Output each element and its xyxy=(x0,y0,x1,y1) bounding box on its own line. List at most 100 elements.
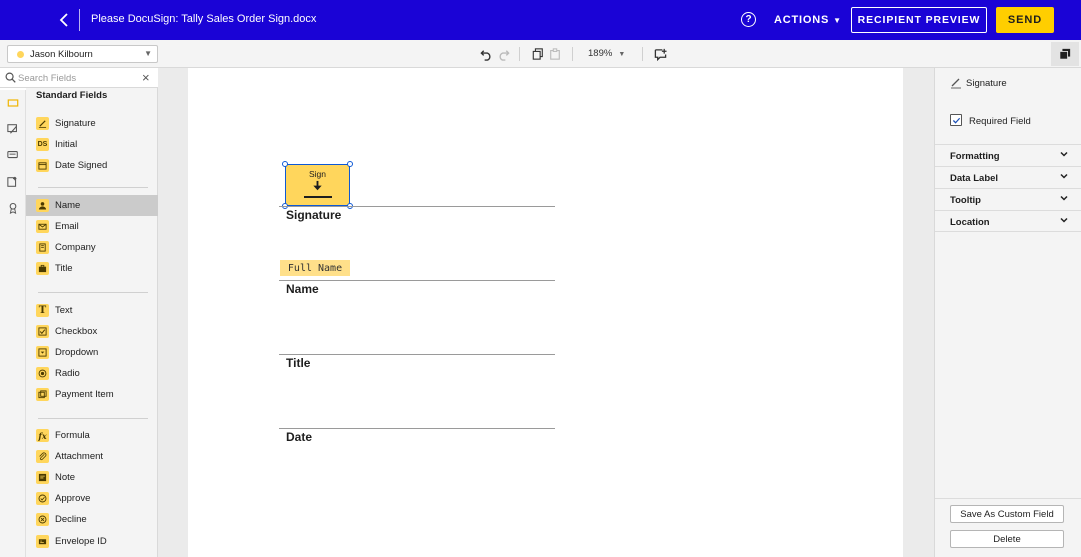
back-button[interactable] xyxy=(52,8,78,32)
field-radio[interactable]: Radio xyxy=(26,363,158,384)
paperclip-icon xyxy=(36,450,49,463)
name-label: Name xyxy=(286,282,319,296)
envelope-id-icon xyxy=(36,535,49,548)
field-title[interactable]: Title xyxy=(26,258,158,279)
copy-icon[interactable] xyxy=(530,46,546,62)
field-envelope-id[interactable]: Envelope ID xyxy=(26,531,158,552)
field-formula[interactable]: fx Formula xyxy=(26,425,158,446)
help-icon[interactable]: ? xyxy=(741,12,756,27)
redo-icon[interactable] xyxy=(495,46,511,62)
section-location[interactable]: Location xyxy=(935,210,1081,232)
field-name[interactable]: Name xyxy=(26,195,158,216)
title-line xyxy=(279,354,555,355)
properties-panel: Signature Required Field Formatting Data… xyxy=(934,68,1081,557)
field-email[interactable]: Email xyxy=(26,216,158,237)
field-checkbox[interactable]: Checkbox xyxy=(26,321,158,342)
document-page[interactable]: Sign Signature Full Name Name Title Date xyxy=(188,68,903,557)
undo-icon[interactable] xyxy=(478,46,494,62)
caret-down-icon: ▼ xyxy=(144,49,152,58)
section-data-label[interactable]: Data Label xyxy=(935,166,1081,188)
delete-button[interactable]: Delete xyxy=(950,530,1064,548)
calendar-icon xyxy=(36,159,49,172)
panel-toggle-button[interactable] xyxy=(1051,42,1079,66)
payment-icon xyxy=(36,388,49,401)
approve-icon xyxy=(36,492,49,505)
decline-icon xyxy=(36,513,49,526)
zoom-value: 189% xyxy=(588,48,613,59)
search-input[interactable] xyxy=(18,70,138,86)
chevron-down-icon xyxy=(1060,151,1068,157)
actions-menu[interactable]: ACTIONS ▼ xyxy=(774,14,842,26)
resize-handle-top-right[interactable] xyxy=(347,161,353,167)
initial-icon: DS xyxy=(36,138,49,151)
standard-fields-icon[interactable] xyxy=(6,96,20,110)
group-title: Standard Fields xyxy=(36,90,108,101)
field-note[interactable]: Note xyxy=(26,467,158,488)
signature-category-icon[interactable] xyxy=(6,122,20,136)
signature-icon xyxy=(36,117,49,130)
chevron-down-icon xyxy=(1060,195,1068,201)
building-icon xyxy=(36,241,49,254)
save-as-custom-field-button[interactable]: Save As Custom Field xyxy=(950,505,1064,523)
field-payment-item[interactable]: Payment Item xyxy=(26,384,158,405)
recipient-preview-button[interactable]: RECIPIENT PREVIEW xyxy=(851,7,987,33)
field-initial[interactable]: DS Initial xyxy=(26,134,158,155)
full-name-tag[interactable]: Full Name xyxy=(280,260,350,276)
field-signature[interactable]: Signature xyxy=(26,113,158,134)
add-comment-icon[interactable] xyxy=(652,46,668,62)
send-button[interactable]: SEND xyxy=(996,7,1054,33)
caret-down-icon: ▼ xyxy=(618,51,626,58)
field-date-signed[interactable]: Date Signed xyxy=(26,155,158,176)
field-dropdown[interactable]: Dropdown xyxy=(26,342,158,363)
name-line xyxy=(279,280,555,281)
dropdown-icon xyxy=(36,346,49,359)
messages-category-icon[interactable] xyxy=(6,148,20,162)
signature-tag[interactable]: Sign xyxy=(285,164,350,206)
checkbox-icon xyxy=(36,325,49,338)
toolbar-separator xyxy=(572,47,573,61)
caret-down-icon: ▼ xyxy=(833,16,842,25)
toolbar-separator xyxy=(519,47,520,61)
field-decline[interactable]: Decline xyxy=(26,509,158,530)
field-approve[interactable]: Approve xyxy=(26,488,158,509)
field-attachment[interactable]: Attachment xyxy=(26,446,158,467)
signature-icon xyxy=(951,78,961,89)
fields-divider xyxy=(38,292,148,293)
radio-icon xyxy=(36,367,49,380)
field-text[interactable]: T Text xyxy=(26,300,158,321)
award-icon[interactable] xyxy=(6,201,20,215)
field-company[interactable]: Company xyxy=(26,237,158,258)
required-label: Required Field xyxy=(969,116,1031,127)
chevron-left-icon xyxy=(59,13,68,27)
note-icon xyxy=(36,471,49,484)
field-type-title: Signature xyxy=(966,78,1007,89)
layers-icon xyxy=(1059,48,1071,60)
fields-divider xyxy=(38,187,148,188)
required-checkbox[interactable] xyxy=(950,114,962,126)
toolbar-separator xyxy=(642,47,643,61)
section-formatting[interactable]: Formatting xyxy=(935,144,1081,166)
recipient-color-dot xyxy=(17,50,24,58)
sign-tag-label: Sign xyxy=(308,169,326,179)
section-tooltip[interactable]: Tooltip xyxy=(935,188,1081,210)
recipient-select[interactable]: Jason Kilbourn ▼ xyxy=(7,45,158,63)
zoom-select[interactable]: 189% ▼ xyxy=(588,48,625,59)
briefcase-icon xyxy=(36,262,49,275)
resize-handle-top-left[interactable] xyxy=(282,161,288,167)
toolbar: Jason Kilbourn ▼ 189% ▼ xyxy=(0,40,1081,68)
signature-label: Signature xyxy=(286,208,342,222)
paste-icon[interactable] xyxy=(547,46,563,62)
close-icon[interactable]: × xyxy=(142,71,150,84)
chevron-down-icon xyxy=(1060,217,1068,223)
date-label: Date xyxy=(286,430,313,444)
field-category-rail xyxy=(0,90,26,557)
formula-icon: fx xyxy=(36,429,49,442)
properties-footer: Save As Custom Field Delete xyxy=(935,498,1081,557)
checkmark-icon xyxy=(952,117,960,124)
custom-fields-icon[interactable] xyxy=(6,175,20,189)
actions-label: ACTIONS xyxy=(774,14,830,26)
sign-underline xyxy=(304,196,332,198)
properties-header: Signature xyxy=(935,68,1081,98)
fields-divider xyxy=(38,418,148,419)
document-canvas: Sign Signature Full Name Name Title Date xyxy=(158,68,934,557)
